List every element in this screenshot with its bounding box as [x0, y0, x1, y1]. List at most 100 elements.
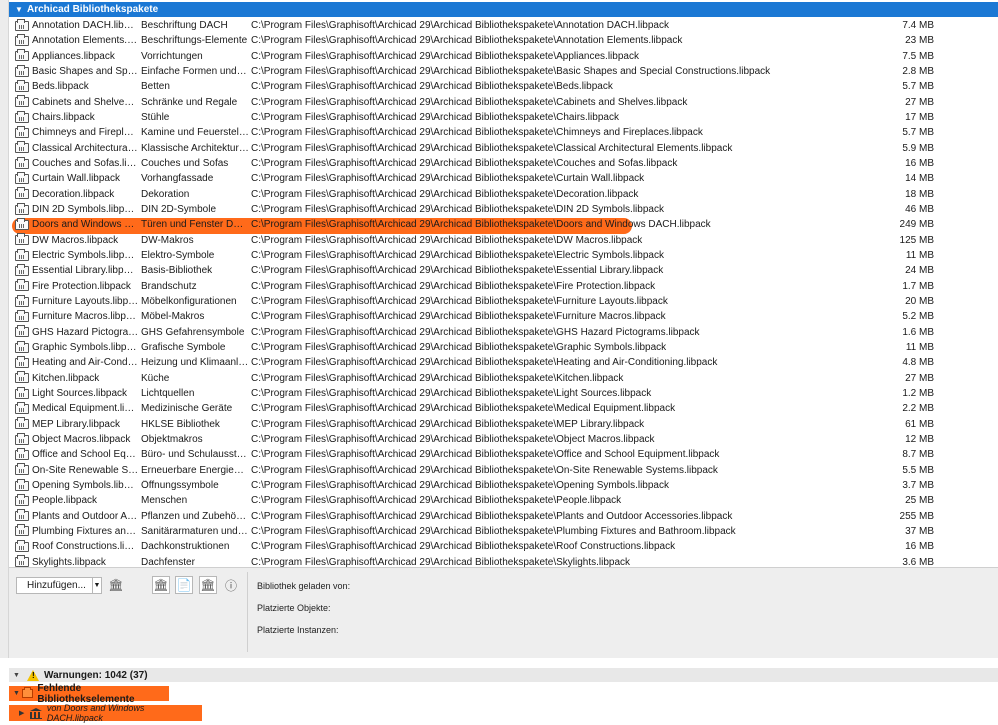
table-row[interactable]: Electric Symbols.libpack Elektro-Symbole C… [14, 248, 998, 263]
library-name: Furniture Layouts.libpack [32, 296, 139, 308]
chevron-down-icon[interactable]: ▼ [13, 690, 22, 697]
library-folder-icon [15, 355, 31, 369]
table-row[interactable]: Medical Equipment.libpackMedizinische Ge… [14, 401, 998, 416]
table-row[interactable]: Plumbing Fixtures and Bat…Sanitärarmatur… [14, 524, 998, 539]
library-size: 23 MB [905, 35, 934, 47]
table-row[interactable]: DW Macros.libpack DW-Makros C:\Program Fil… [14, 233, 998, 248]
table-row[interactable]: Essential Library.libpack Basis-Bibliothe… [14, 263, 998, 278]
library-size: 5.2 MB [902, 311, 934, 323]
table-row[interactable]: Fire Protection.libpack Brandschutz C:\Pro… [14, 279, 998, 294]
library-path: C:\Program Files\Graphisoft\Archicad 29\… [251, 81, 613, 93]
chevron-down-icon[interactable]: ▼ [13, 672, 27, 679]
table-row[interactable]: MEP Library.libpack HKLSE Bibliothek C:\Pr… [14, 417, 998, 432]
add-button-label: Hinzufügen... [27, 580, 86, 591]
library-name: Opening Symbols.libpack [32, 480, 139, 491]
library-size: 46 MB [905, 204, 934, 216]
library-folder-icon [15, 294, 31, 308]
table-row[interactable]: Curtain Wall.libpack Vorhangfassade C:\Pro… [14, 171, 998, 186]
library-description: DIN 2D-Symbole [141, 204, 217, 216]
table-row[interactable]: DIN 2D Symbols.libpack DIN 2D-Symbole C:\P… [14, 202, 998, 217]
document-icon[interactable]: 📄 [175, 576, 193, 594]
library-folder-icon [15, 263, 31, 277]
library-size: 3.6 MB [902, 556, 934, 567]
table-row[interactable]: Basic Shapes and Special C…Einfache Form… [14, 64, 998, 79]
chevron-down-icon[interactable]: ▼ [15, 5, 27, 14]
library-group-header[interactable]: ▼ Archicad Bibliothekspakete [9, 2, 998, 17]
add-button[interactable]: Hinzufügen... [16, 577, 101, 594]
table-row[interactable]: Cabinets and Shelves.libpackSchränke und… [14, 95, 998, 110]
table-row[interactable]: Skylights.libpack Dachfenster C:\Program F… [14, 554, 998, 567]
table-row[interactable]: Kitchen.libpack Küche C:\Program Files\Gra… [14, 371, 998, 386]
chevron-right-icon[interactable]: ▶ [19, 709, 29, 717]
library-description: Pflanzen und Zubehör für … [141, 510, 249, 522]
table-row[interactable]: Couches and Sofas.libpackCouches und Sof… [14, 156, 998, 171]
library-folder-icon [15, 64, 31, 78]
library-path: C:\Program Files\Graphisoft\Archicad 29\… [251, 480, 669, 491]
library-size: 5.7 MB [902, 127, 934, 139]
library-name: Kitchen.libpack [32, 372, 100, 384]
table-row[interactable]: Furniture Layouts.libpack Möbelkonfigurat… [14, 294, 998, 309]
library-name: Medical Equipment.libpack [32, 403, 139, 415]
table-row[interactable]: Annotation DACH.libpack Beschriftung DACH… [14, 18, 998, 33]
library-folder-icon [15, 340, 31, 354]
table-row[interactable]: Appliances.libpack Vorrichtungen C:\Progra… [14, 49, 998, 64]
library-description: Stühle [141, 112, 170, 124]
table-row[interactable]: Office and School Equipme…Büro- und Schu… [14, 447, 998, 462]
library-path: C:\Program Files\Graphisoft\Archicad 29\… [251, 204, 664, 216]
library-size: 1.6 MB [902, 326, 934, 338]
library-manager-icon[interactable]: 🏛 [152, 576, 170, 594]
library-path: C:\Program Files\Graphisoft\Archicad 29\… [251, 464, 718, 476]
library-path: C:\Program Files\Graphisoft\Archicad 29\… [251, 556, 631, 567]
table-row-highlighted[interactable]: Doors and Windows DACH…Türen und Fenster… [14, 217, 998, 232]
library-folder-icon [15, 33, 31, 47]
table-row[interactable]: On-Site Renewable System…Erneuerbare Ene… [14, 463, 998, 478]
library-name: Graphic Symbols.libpack [32, 342, 139, 354]
table-row[interactable]: Chairs.libpack Stühle C:\Program Files\Gra… [14, 110, 998, 125]
table-row[interactable]: Furniture Macros.libpack Möbel-Makros C:\P… [14, 309, 998, 324]
library-description: Küche [141, 372, 170, 384]
library-name: Cabinets and Shelves.libpack [32, 96, 139, 108]
table-row[interactable]: People.libpack Menschen C:\Program Files\G… [14, 493, 998, 508]
add-dropdown-button[interactable]: ▼ [92, 577, 102, 594]
table-row[interactable]: Graphic Symbols.libpack Grafische Symbole… [14, 340, 998, 355]
library-size: 11 MB [905, 250, 934, 262]
library-name: Doors and Windows DACH… [32, 219, 139, 231]
table-row[interactable]: Decoration.libpack Dekoration C:\Program F… [14, 187, 998, 202]
library-folder-icon [15, 463, 31, 476]
library-size: 17 MB [905, 112, 934, 124]
table-row[interactable]: Annotation Elements.libpackBeschriftungs… [14, 33, 998, 48]
library-name: Furniture Macros.libpack [32, 311, 139, 323]
library-name: Office and School Equipme… [32, 449, 139, 461]
library-icon[interactable]: 🏛 [107, 576, 125, 594]
table-row[interactable]: Chimneys and Fireplaces.lib…Kamine und F… [14, 125, 998, 140]
library-name: Couches and Sofas.libpack [32, 158, 139, 170]
library-folder-icon [15, 493, 31, 507]
library-size: 3.7 MB [902, 480, 934, 491]
library-folder-icon [15, 555, 31, 567]
loaded-from-label: Bibliothek geladen von: [257, 581, 351, 591]
info-icon[interactable]: ⓘ [222, 576, 240, 594]
table-row[interactable]: Classical Architectural Elem…Klassische … [14, 141, 998, 156]
library-path: C:\Program Files\Graphisoft\Archicad 29\… [251, 96, 688, 108]
library-name: Basic Shapes and Special C… [32, 66, 139, 78]
library-icon [29, 707, 43, 719]
missing-elements-group[interactable]: ▼ Fehlende Bibliothekselemente [9, 683, 169, 705]
table-row[interactable]: Opening Symbols.libpack Öffnungssymbole C:… [14, 478, 998, 493]
library-path: C:\Program Files\Graphisoft\Archicad 29\… [251, 510, 733, 522]
table-row[interactable]: Plants and Outdoor Access…Pflanzen und Z… [14, 509, 998, 524]
missing-from-library-item[interactable]: ▶ von Doors and Windows DACH.libpack [9, 703, 202, 723]
table-row[interactable]: Roof Constructions.libpackDachkonstrukti… [14, 539, 998, 554]
table-row[interactable]: Heating and Air-Conditioni…Heizung und K… [14, 355, 998, 370]
archive-icon[interactable]: 🏛 [199, 576, 217, 594]
library-name: Heating and Air-Conditioni… [32, 357, 139, 369]
library-description: Schränke und Regale [141, 96, 238, 108]
library-path: C:\Program Files\Graphisoft\Archicad 29\… [251, 418, 645, 430]
table-row[interactable]: GHS Hazard Pictograms.lib…GHS Gefahrensy… [14, 325, 998, 340]
table-row[interactable]: Object Macros.libpack Objektmakros C:\Prog… [14, 432, 998, 447]
placed-objects-label: Platzierte Objekte: [257, 603, 331, 613]
table-row[interactable]: Beds.libpack Betten C:\Program Files\Graph… [14, 79, 998, 94]
table-row[interactable]: Light Sources.libpack Lichtquellen C:\Prog… [14, 386, 998, 401]
warnings-header[interactable]: ▼ Warnungen: 1042 (37) [9, 668, 998, 682]
library-name: Annotation DACH.libpack [32, 20, 139, 32]
library-list[interactable]: Annotation DACH.libpack Beschriftung DACH… [14, 18, 998, 567]
